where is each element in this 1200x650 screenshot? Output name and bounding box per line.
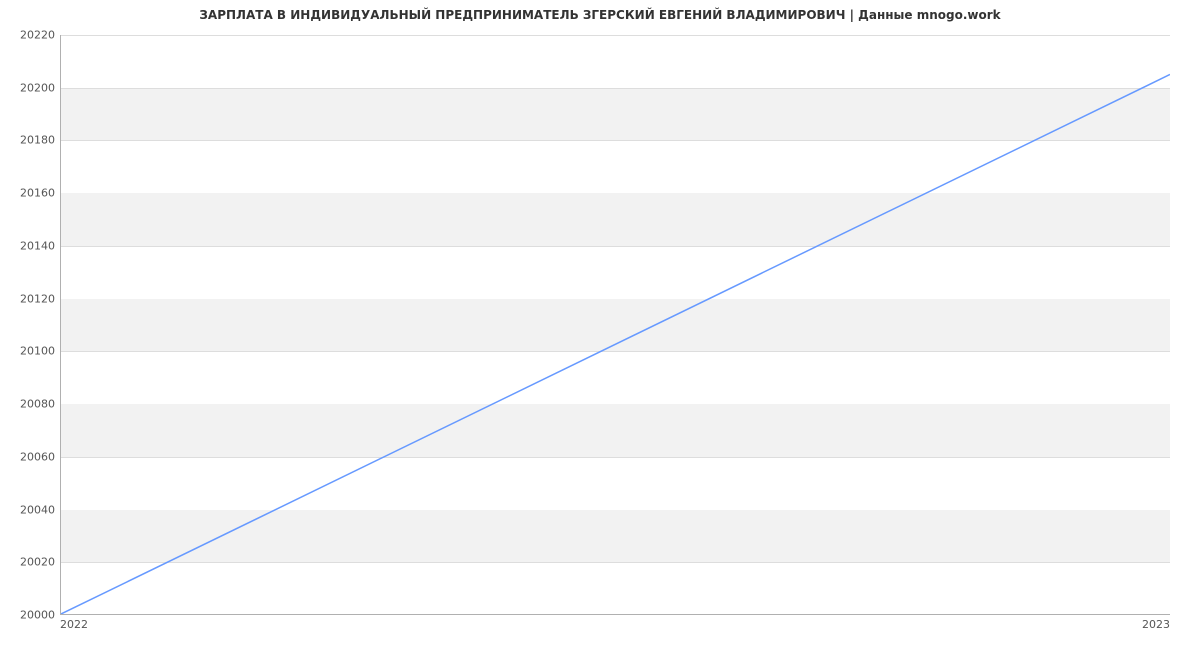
chart-title: ЗАРПЛАТА В ИНДИВИДУАЛЬНЫЙ ПРЕДПРИНИМАТЕЛ… [0,8,1200,22]
y-tick-label: 20040 [0,503,55,516]
line-series [61,35,1170,614]
chart-container: ЗАРПЛАТА В ИНДИВИДУАЛЬНЫЙ ПРЕДПРИНИМАТЕЛ… [0,0,1200,650]
y-tick-label: 20100 [0,345,55,358]
y-tick-label: 20180 [0,134,55,147]
plot-area [60,35,1170,615]
x-tick-label: 2023 [1142,618,1170,631]
y-tick-label: 20000 [0,609,55,622]
y-tick-label: 20140 [0,239,55,252]
y-tick-label: 20200 [0,81,55,94]
y-tick-label: 20060 [0,450,55,463]
y-tick-label: 20160 [0,187,55,200]
y-tick-label: 20220 [0,29,55,42]
x-tick-label: 2022 [60,618,88,631]
y-tick-label: 20020 [0,556,55,569]
y-tick-label: 20120 [0,292,55,305]
series-line [61,74,1170,614]
y-tick-label: 20080 [0,398,55,411]
